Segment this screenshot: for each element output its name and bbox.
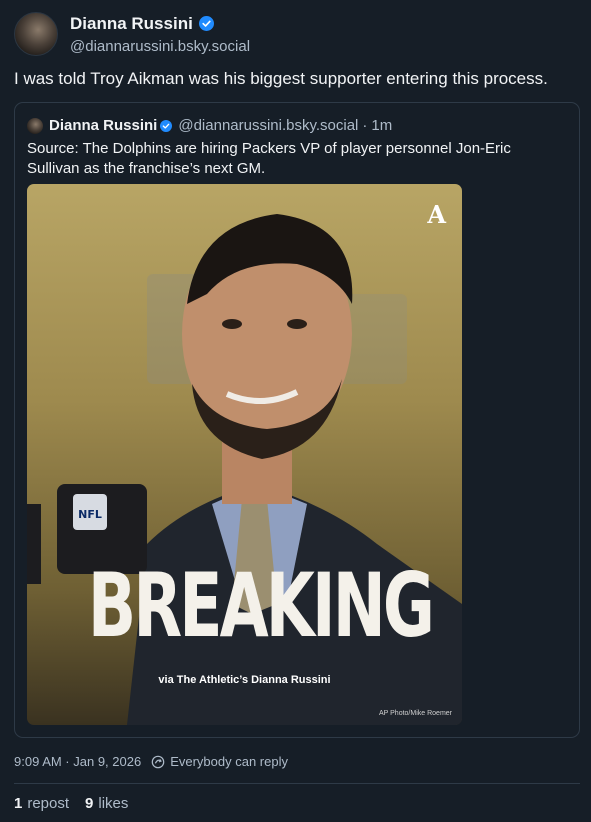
divider [14, 783, 580, 784]
post-meta: 9:09 AM · Jan 9, 2026 Everybody can repl… [14, 754, 288, 769]
reposts-label: repost [27, 795, 70, 812]
verified-badge-icon [160, 119, 173, 132]
reply-setting[interactable]: Everybody can reply [170, 754, 288, 769]
photo-credit: AP Photo/Mike Roemer [378, 710, 452, 717]
display-name-row: Dianna Russini [70, 14, 250, 34]
quoted-handle: @diannarussini.bsky.social [178, 117, 359, 134]
quoted-time: 1m [371, 117, 393, 134]
avatar[interactable] [14, 12, 58, 56]
svg-text:NFL: NFL [78, 508, 102, 521]
verified-badge-icon[interactable] [198, 16, 214, 31]
quoted-display-name: Dianna Russini [49, 117, 158, 134]
reposts-stat[interactable]: 1 repost [14, 795, 69, 812]
separator-dot: · [362, 117, 368, 134]
likes-stat[interactable]: 9 likes [85, 795, 128, 812]
author-handle[interactable]: @diannarussini.bsky.social [70, 38, 250, 55]
reposts-count: 1 [14, 795, 23, 812]
quoted-text: Source: The Dolphins are hiring Packers … [27, 140, 511, 177]
breaking-headline: BREAKING [87, 554, 435, 657]
likes-label: likes [98, 795, 129, 812]
the-athletic-logo: A [427, 200, 446, 229]
quoted-avatar [27, 117, 43, 134]
quoted-post-header: Dianna Russini @diannarussini.bsky.socia… [27, 117, 392, 134]
post-header: Dianna Russini @diannarussini.bsky.socia… [14, 12, 250, 56]
post: Dianna Russini @diannarussini.bsky.socia… [0, 0, 591, 822]
timestamp: 9:09 AM · Jan 9, 2026 [14, 754, 142, 769]
author-names: Dianna Russini @diannarussini.bsky.socia… [70, 14, 250, 55]
quoted-image[interactable]: NFL A BREAKING via The Athletic’s Dianna… [27, 184, 462, 725]
post-text: I was told Troy Aikman was his biggest s… [14, 69, 548, 88]
engagement-stats: 1 repost 9 likes [14, 795, 144, 812]
quoted-post[interactable]: Dianna Russini @diannarussini.bsky.socia… [14, 102, 580, 738]
likes-count: 9 [85, 795, 94, 812]
byline: via The Athletic’s Dianna Russini [158, 674, 331, 686]
reply-settings-icon [151, 755, 165, 768]
display-name[interactable]: Dianna Russini [70, 14, 193, 34]
